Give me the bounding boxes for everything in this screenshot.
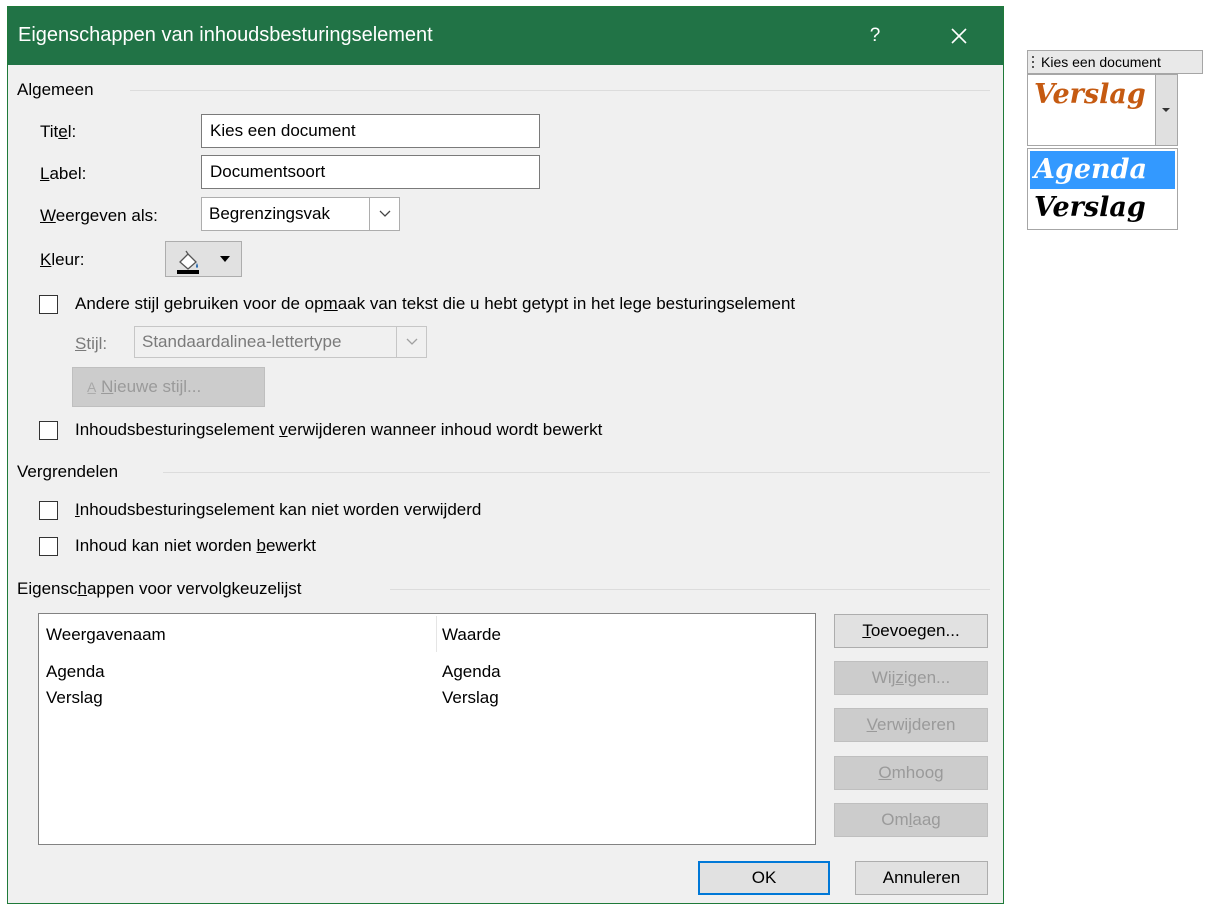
general-divider (130, 90, 990, 91)
cannot-edit-checkbox[interactable] (39, 537, 58, 556)
new-style-icon: A̲ (87, 379, 97, 395)
content-control-properties-dialog: Eigenschappen van inhoudsbesturingseleme… (7, 6, 1004, 904)
color-label: Kleur: (40, 250, 85, 269)
chevron-down-icon (396, 327, 426, 357)
style-value: Standaardalinea-lettertype (142, 332, 342, 351)
dropdown-arrow-icon (220, 256, 230, 262)
help-button[interactable]: ? (860, 21, 890, 51)
content-control-dropdown-list: Agenda Verslag (1027, 148, 1178, 230)
title-bar[interactable]: Eigenschappen van inhoudsbesturingseleme… (8, 7, 1003, 65)
content-control-tag-text: Kies een document (1041, 54, 1161, 70)
title-label: Titel: (40, 122, 77, 141)
title-input[interactable]: Kies een document (201, 114, 540, 148)
column-divider[interactable] (436, 616, 437, 652)
move-up-button[interactable]: Omhoog (834, 756, 988, 790)
dropdown-arrow-icon (1162, 108, 1170, 112)
list-item-value: Verslag (442, 688, 499, 707)
grip-icon (1032, 56, 1034, 68)
remove-on-edit-label: Inhoudsbesturingselement verwijderen wan… (75, 420, 603, 439)
dropdown-properties-heading: Eigenschappen voor vervolgkeuzelijst (17, 579, 302, 598)
content-control-value: Verslag (1034, 79, 1146, 110)
content-control-tag[interactable]: Kies een document (1027, 50, 1203, 74)
close-button[interactable] (944, 21, 974, 51)
use-style-label: Andere stijl gebruiken voor de opmaak va… (75, 294, 796, 313)
cannot-delete-label: Inhoudsbesturingselement kan niet worden… (75, 500, 482, 519)
dropdown-items-list[interactable]: Weergavenaam Waarde Agenda Agenda Versla… (38, 613, 816, 845)
color-picker-button[interactable] (165, 241, 242, 277)
general-heading: Algemeen (17, 80, 94, 99)
add-button[interactable]: Toevoegen... (834, 614, 988, 648)
move-down-button[interactable]: Omlaag (834, 803, 988, 837)
cannot-edit-label: Inhoud kan niet worden bewerkt (75, 536, 317, 555)
new-style-button[interactable]: A̲ Nieuwe stijl... (72, 367, 265, 407)
tag-label: Label: (40, 164, 87, 183)
cancel-button[interactable]: Annuleren (855, 861, 988, 895)
ok-button[interactable]: OK (698, 861, 830, 895)
chevron-down-icon (369, 198, 399, 230)
list-item-name: Verslag (46, 688, 103, 707)
delete-button[interactable]: Verwijderen (834, 708, 988, 742)
dropdown-option-agenda[interactable]: Agenda (1030, 151, 1175, 189)
remove-on-edit-checkbox[interactable] (39, 421, 58, 440)
dropdown-properties-divider (390, 589, 990, 590)
cannot-delete-checkbox[interactable] (39, 501, 58, 520)
new-style-label: Nieuwe stijl... (101, 377, 202, 396)
list-item-name: Agenda (46, 662, 105, 681)
dropdown-option-verslag[interactable]: Verslag (1030, 189, 1175, 227)
content-control-dropdown-button[interactable] (1155, 74, 1178, 146)
list-item[interactable]: Agenda Agenda (39, 658, 815, 686)
close-icon (951, 28, 967, 44)
show-as-label: Weergeven als: (40, 206, 158, 225)
dialog-title: Eigenschappen van inhoudsbesturingseleme… (18, 24, 433, 46)
list-item-value: Agenda (442, 662, 501, 681)
tag-input[interactable]: Documentsoort (201, 155, 540, 189)
locking-heading: Vergrendelen (17, 462, 119, 481)
modify-button[interactable]: Wijzigen... (834, 661, 988, 695)
list-item[interactable]: Verslag Verslag (39, 686, 815, 714)
show-as-value: Begrenzingsvak (209, 204, 330, 223)
locking-divider (163, 472, 990, 473)
show-as-select[interactable]: Begrenzingsvak (201, 197, 400, 231)
style-select[interactable]: Standaardalinea-lettertype (134, 326, 427, 358)
use-style-checkbox[interactable] (39, 295, 58, 314)
style-label: Stijl: (75, 334, 108, 353)
